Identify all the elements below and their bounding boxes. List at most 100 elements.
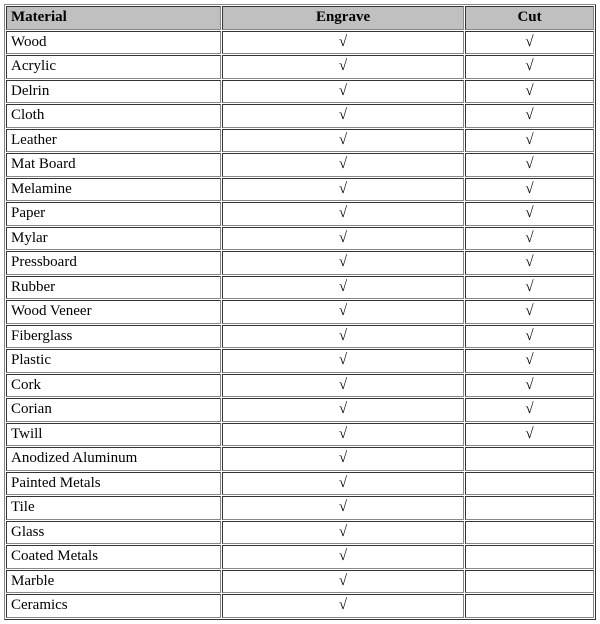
header-cut: Cut [465, 6, 594, 30]
table-row: Plastic√√ [6, 349, 594, 373]
materials-table: Material Engrave Cut Wood√√Acrylic√√Delr… [4, 4, 596, 620]
material-cell: Twill [6, 423, 221, 447]
engrave-cell: √ [222, 251, 464, 275]
material-cell: Rubber [6, 276, 221, 300]
engrave-cell: √ [222, 104, 464, 128]
table-row: Twill√√ [6, 423, 594, 447]
engrave-cell: √ [222, 521, 464, 545]
table-row: Cork√√ [6, 374, 594, 398]
engrave-cell: √ [222, 570, 464, 594]
material-cell: Cork [6, 374, 221, 398]
table-row: Painted Metals√ [6, 472, 594, 496]
material-cell: Coated Metals [6, 545, 221, 569]
table-row: Coated Metals√ [6, 545, 594, 569]
cut-cell: √ [465, 300, 594, 324]
table-row: Delrin√√ [6, 80, 594, 104]
engrave-cell: √ [222, 447, 464, 471]
table-row: Acrylic√√ [6, 55, 594, 79]
material-cell: Corian [6, 398, 221, 422]
cut-cell [465, 545, 594, 569]
cut-cell: √ [465, 153, 594, 177]
table-row: Leather√√ [6, 129, 594, 153]
header-material: Material [6, 6, 221, 30]
engrave-cell: √ [222, 276, 464, 300]
table-row: Corian√√ [6, 398, 594, 422]
cut-cell [465, 496, 594, 520]
cut-cell [465, 594, 594, 618]
material-cell: Marble [6, 570, 221, 594]
table-row: Paper√√ [6, 202, 594, 226]
engrave-cell: √ [222, 80, 464, 104]
cut-cell [465, 570, 594, 594]
table-row: Mylar√√ [6, 227, 594, 251]
table-row: Pressboard√√ [6, 251, 594, 275]
material-cell: Wood [6, 31, 221, 55]
material-cell: Acrylic [6, 55, 221, 79]
engrave-cell: √ [222, 55, 464, 79]
table-row: Marble√ [6, 570, 594, 594]
cut-cell: √ [465, 104, 594, 128]
material-cell: Painted Metals [6, 472, 221, 496]
material-cell: Leather [6, 129, 221, 153]
material-cell: Ceramics [6, 594, 221, 618]
cut-cell [465, 472, 594, 496]
table-row: Tile√ [6, 496, 594, 520]
engrave-cell: √ [222, 496, 464, 520]
engrave-cell: √ [222, 178, 464, 202]
engrave-cell: √ [222, 423, 464, 447]
material-cell: Paper [6, 202, 221, 226]
table-row: Wood Veneer√√ [6, 300, 594, 324]
material-cell: Tile [6, 496, 221, 520]
engrave-cell: √ [222, 202, 464, 226]
header-row: Material Engrave Cut [6, 6, 594, 30]
material-cell: Delrin [6, 80, 221, 104]
material-cell: Melamine [6, 178, 221, 202]
table-row: Melamine√√ [6, 178, 594, 202]
material-cell: Mylar [6, 227, 221, 251]
cut-cell: √ [465, 398, 594, 422]
cut-cell: √ [465, 178, 594, 202]
cut-cell: √ [465, 276, 594, 300]
cut-cell: √ [465, 349, 594, 373]
material-cell: Mat Board [6, 153, 221, 177]
table-row: Ceramics√ [6, 594, 594, 618]
material-cell: Glass [6, 521, 221, 545]
engrave-cell: √ [222, 325, 464, 349]
cut-cell: √ [465, 227, 594, 251]
engrave-cell: √ [222, 349, 464, 373]
material-cell: Pressboard [6, 251, 221, 275]
engrave-cell: √ [222, 227, 464, 251]
engrave-cell: √ [222, 545, 464, 569]
table-row: Rubber√√ [6, 276, 594, 300]
engrave-cell: √ [222, 153, 464, 177]
cut-cell: √ [465, 202, 594, 226]
cut-cell: √ [465, 251, 594, 275]
cut-cell: √ [465, 80, 594, 104]
engrave-cell: √ [222, 398, 464, 422]
cut-cell: √ [465, 374, 594, 398]
engrave-cell: √ [222, 374, 464, 398]
table-row: Mat Board√√ [6, 153, 594, 177]
engrave-cell: √ [222, 300, 464, 324]
cut-cell: √ [465, 423, 594, 447]
engrave-cell: √ [222, 472, 464, 496]
material-cell: Fiberglass [6, 325, 221, 349]
table-row: Glass√ [6, 521, 594, 545]
cut-cell [465, 521, 594, 545]
cut-cell: √ [465, 325, 594, 349]
material-cell: Anodized Aluminum [6, 447, 221, 471]
engrave-cell: √ [222, 31, 464, 55]
material-cell: Plastic [6, 349, 221, 373]
header-engrave: Engrave [222, 6, 464, 30]
cut-cell: √ [465, 129, 594, 153]
table-row: Fiberglass√√ [6, 325, 594, 349]
table-row: Anodized Aluminum√ [6, 447, 594, 471]
material-cell: Cloth [6, 104, 221, 128]
table-row: Wood√√ [6, 31, 594, 55]
cut-cell [465, 447, 594, 471]
engrave-cell: √ [222, 594, 464, 618]
cut-cell: √ [465, 31, 594, 55]
material-cell: Wood Veneer [6, 300, 221, 324]
table-row: Cloth√√ [6, 104, 594, 128]
cut-cell: √ [465, 55, 594, 79]
